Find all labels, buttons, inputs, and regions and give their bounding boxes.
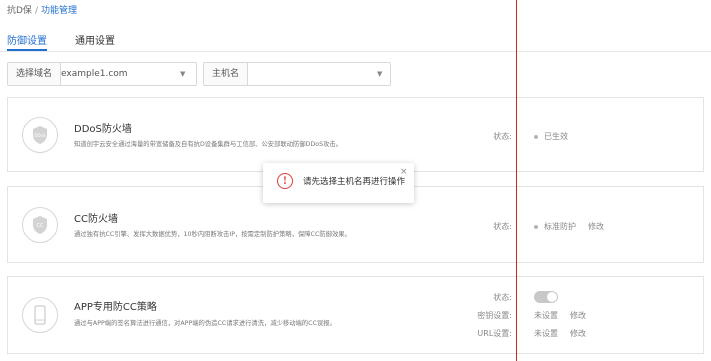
card-description: 通过独有抗CC引擎、发挥大数据优势，10秒内阻断攻击IP，按需定制防护策略，保障… [74, 231, 351, 238]
card-description: 知道创宇云安全通过海量的带宽储备及自有抗D设备集群与工信部、公安部联动防御DDo… [74, 141, 342, 148]
shield-icon: CC [22, 207, 58, 243]
toast-message: 请先选择主机名再进行操作 [303, 177, 406, 187]
card-title: DDoS防火墙 [74, 124, 132, 135]
status-label: 状态: [493, 293, 512, 302]
tabs-divider [0, 51, 711, 52]
edit-key-link[interactable]: 修改 [570, 310, 586, 321]
url-setting-value: 未设置 [534, 329, 558, 338]
key-setting-label: 密钥设置: [477, 311, 512, 320]
status-value: 已生效 [534, 131, 568, 142]
tab-defense-settings[interactable]: 防御设置 [7, 32, 47, 47]
breadcrumb: 抗D保 / 功能管理 [7, 3, 77, 16]
edit-cc-link[interactable]: 修改 [588, 221, 604, 232]
alert-circle-icon: ! [277, 173, 293, 189]
key-setting-value: 未设置 [534, 311, 558, 320]
url-setting-label: URL设置: [477, 329, 512, 338]
caret-down-icon: ▼ [180, 70, 186, 78]
ddos-firewall-card: DDoS DDoS防火墙 知道创宇云安全通过海量的带宽储备及自有抗D设备集群与工… [7, 97, 704, 172]
card-description: 通过与APP端的签名算法进行通信，对APP端的伪造CC请求进行清洗，减少移动端的… [74, 320, 336, 327]
status-label: 状态: [493, 132, 512, 141]
red-guide-line [516, 0, 517, 361]
breadcrumb-separator: / [34, 6, 38, 16]
shield-badge-text: CC [37, 223, 44, 229]
phone-icon [22, 297, 58, 333]
status-dot [534, 224, 538, 229]
card-title: CC防火墙 [74, 214, 118, 225]
status-value: 标准防护 [534, 221, 576, 232]
status-dot [534, 134, 538, 139]
app-cc-toggle[interactable] [534, 291, 558, 303]
close-icon[interactable]: × [400, 168, 408, 177]
caret-down-icon: ▼ [377, 70, 383, 78]
tab-general-settings[interactable]: 通用设置 [75, 32, 115, 47]
toggle-knob [547, 292, 557, 302]
shield-icon: DDoS [22, 117, 58, 153]
card-title: APP专用防CC策略 [74, 302, 157, 313]
domain-select[interactable]: 选择域名 example1.com ▼ [7, 62, 197, 86]
edit-url-link[interactable]: 修改 [570, 328, 586, 339]
app-cc-strategy-card: APP专用防CC策略 通过与APP端的签名算法进行通信，对APP端的伪造CC请求… [7, 276, 704, 354]
shield-badge-text: DDoS [34, 133, 46, 138]
domain-select-label: 选择域名 [8, 63, 62, 85]
host-select-label: 主机名 [204, 63, 249, 85]
warning-toast: ! 请先选择主机名再进行操作 × [263, 163, 414, 203]
breadcrumb-current: 功能管理 [40, 6, 77, 16]
breadcrumb-root[interactable]: 抗D保 [7, 6, 32, 16]
status-label: 状态: [493, 222, 512, 231]
host-select[interactable]: 主机名 ▼ [203, 62, 391, 86]
domain-select-value: example1.com [61, 69, 128, 79]
